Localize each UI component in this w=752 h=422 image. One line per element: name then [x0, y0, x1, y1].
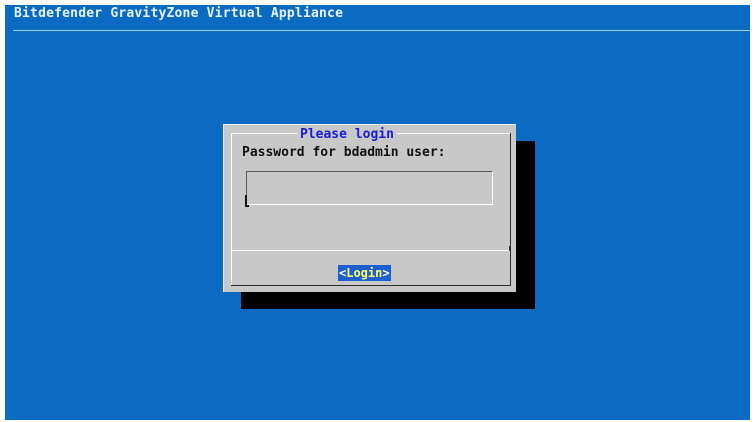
- login-button-label: Login: [346, 266, 383, 280]
- password-prompt-label: Password for bdadmin user:: [242, 145, 446, 160]
- dialog-separator-edge: [509, 246, 511, 251]
- dialog-frame-right: [510, 133, 511, 286]
- console-screen: Bitdefender GravityZone Virtual Applianc…: [5, 5, 750, 420]
- login-dialog: Please login Password for bdadmin user: …: [223, 124, 516, 292]
- title-divider: [13, 30, 750, 31]
- dialog-frame-left: [231, 133, 232, 286]
- dialog-button-separator: [231, 250, 511, 251]
- app-title: Bitdefender GravityZone Virtual Applianc…: [14, 6, 344, 21]
- login-button[interactable]: <Login>: [338, 265, 391, 281]
- dialog-frame-bottom: [231, 285, 511, 286]
- dialog-title: Please login: [297, 127, 397, 142]
- password-input[interactable]: [246, 171, 493, 205]
- title-bar: Bitdefender GravityZone Virtual Applianc…: [5, 5, 750, 27]
- text-cursor: [245, 195, 249, 207]
- login-right-bracket: >: [382, 266, 390, 280]
